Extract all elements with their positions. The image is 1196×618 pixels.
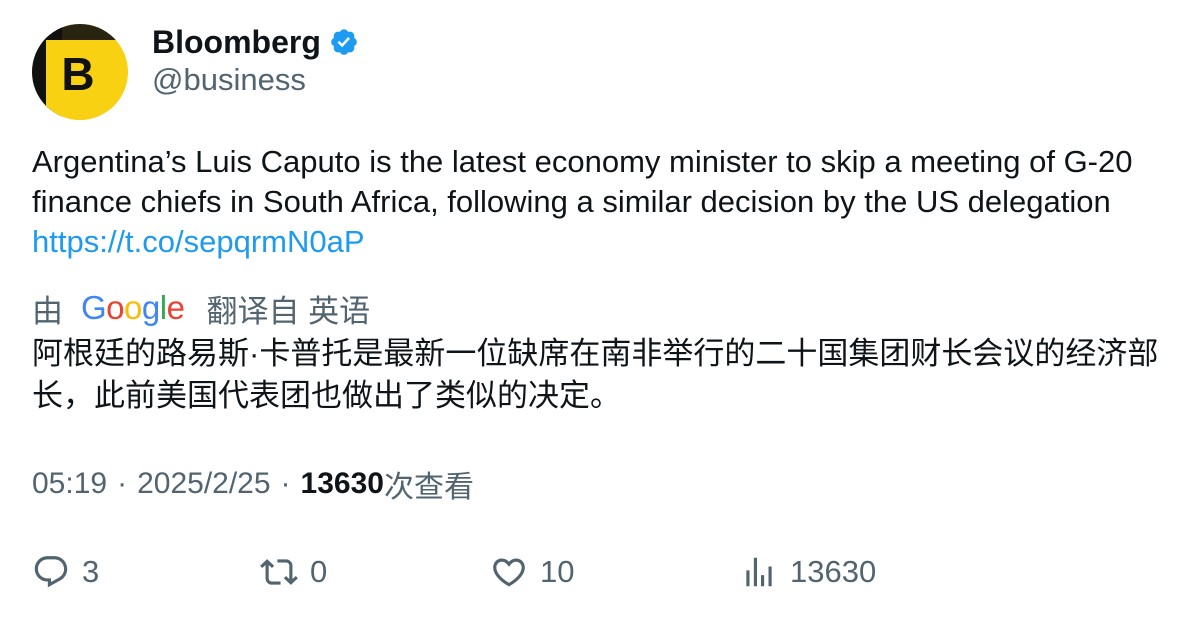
bloomberg-logo-icon: B (32, 24, 128, 120)
verified-badge-icon[interactable] (329, 27, 359, 57)
reply-icon (34, 556, 68, 588)
google-logo-letter: g (141, 289, 160, 326)
like-icon (493, 558, 525, 587)
author-display-name[interactable]: Bloomberg (152, 24, 321, 61)
views-label: 次查看 (383, 471, 474, 504)
translated-text: 阿根廷的路易斯·卡普托是最新一位缺席在南非举行的二十国集团财长会议的经济部长，此… (32, 336, 1159, 413)
views-count: 13630 (300, 467, 384, 500)
retweet-button[interactable]: 0 (260, 550, 327, 594)
reply-count: 3 (82, 554, 100, 589)
reply-button[interactable]: 3 (32, 550, 99, 594)
translated-from-label[interactable]: 翻译自 英语 (206, 286, 370, 331)
retweet-count: 0 (310, 554, 328, 589)
google-logo-letter: G (81, 289, 107, 326)
translated-by-label: 由 (32, 293, 63, 329)
tweet-text: Argentina’s Luis Caputo is the latest ec… (32, 142, 1162, 262)
google-logo-letter: o (106, 289, 125, 326)
author-handle[interactable]: @business (152, 62, 306, 98)
tweet-body: Argentina’s Luis Caputo is the latest ec… (32, 144, 1133, 219)
meta-separator: · (280, 467, 291, 500)
tweet-link[interactable]: https://t.co/sepqrmN0aP (32, 224, 365, 259)
tweet-date[interactable]: 2025/2/25 (137, 467, 270, 501)
retweet-icon (260, 559, 298, 585)
tweet-time[interactable]: 05:19 (32, 467, 107, 501)
translation-attribution: 由 Google 翻译自 英语 (32, 287, 370, 329)
google-logo-letter: e (166, 289, 185, 326)
google-logo-letters: Google (81, 289, 185, 327)
avatar-letter: B (61, 48, 94, 100)
tweet-meta: 05:19 · 2025/2/25 · 13630 次查看 (32, 464, 474, 504)
action-bar: 3 0 10 13630 (0, 550, 1196, 594)
avatar[interactable]: B (32, 24, 128, 120)
like-count: 10 (540, 554, 575, 589)
author-name-row: Bloomberg (152, 22, 359, 62)
google-logo-letter: l (159, 289, 167, 326)
google-logo-letter: o (124, 289, 142, 326)
meta-separator: · (117, 467, 128, 500)
like-button[interactable]: 10 (490, 550, 574, 594)
views-action-count: 13630 (790, 554, 877, 589)
views-button[interactable]: 13630 (740, 550, 876, 594)
views-icon (746, 557, 772, 587)
google-logo[interactable]: Google (81, 289, 185, 327)
